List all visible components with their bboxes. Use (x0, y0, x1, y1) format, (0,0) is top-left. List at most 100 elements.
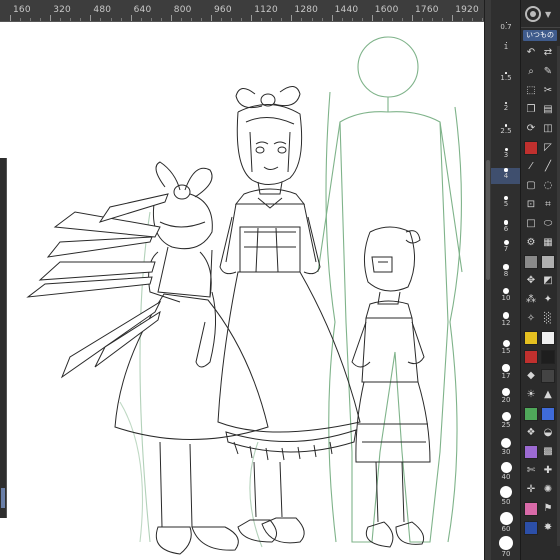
brush-size-option[interactable]: 0.7 (491, 22, 521, 35)
white-swatch-icon[interactable] (541, 331, 555, 345)
brush-size-option[interactable]: 25 (491, 412, 521, 433)
lasso-icon[interactable]: ◌ (541, 179, 555, 193)
gear-icon[interactable]: ⚙ (524, 236, 538, 250)
brush-size-option[interactable]: 6 (491, 220, 521, 237)
transform-icon[interactable]: ⟳ (524, 122, 538, 136)
line-icon[interactable]: ╱ (541, 160, 555, 174)
cut-icon[interactable]: ✂ (541, 84, 555, 98)
chevron-down-icon[interactable]: ▼ (545, 10, 551, 19)
brush-size-option[interactable]: 4 (491, 168, 521, 184)
sun-icon[interactable]: ☀ (524, 388, 538, 402)
ruler-tick (211, 15, 212, 21)
left-scroll-thumb[interactable] (1, 488, 5, 508)
brush-size-option[interactable]: 3 (491, 148, 521, 163)
ruler-minor-tick (140, 18, 142, 21)
fill-select-icon[interactable]: ⬚ (524, 84, 538, 98)
paste-icon[interactable]: ▤ (541, 103, 555, 117)
mound-icon[interactable]: ▲ (541, 388, 555, 402)
ruler-tick (90, 15, 92, 21)
red-swatch-icon[interactable] (524, 141, 538, 155)
brush-size-option[interactable]: 7 (491, 240, 521, 257)
brush-size-option[interactable]: 2.5 (491, 124, 521, 139)
layer-icon[interactable]: ◫ (541, 122, 555, 136)
brush-size-option[interactable]: 60 (491, 512, 521, 537)
sparkle-icon[interactable]: ✧ (524, 312, 538, 326)
magic-icon[interactable]: ❖ (524, 426, 538, 440)
drawing-canvas[interactable] (0, 22, 484, 560)
brush-size-scroll-thumb[interactable] (486, 160, 490, 280)
brush-size-panel: 0.7 1 1.5 2 2.5 3 4 5 6 7 8 10 12 15 17 20 25 30 40 50 60 70 (484, 0, 521, 560)
brush-size-label: 7 (503, 245, 509, 253)
brush-size-option[interactable]: 30 (491, 438, 521, 460)
grey-swatch-icon[interactable] (524, 255, 538, 269)
yellow-swatch-icon[interactable] (524, 331, 538, 345)
ruler-minor-tick (200, 18, 202, 21)
ruler-label: 800 (173, 5, 192, 15)
brush-size-option[interactable]: 8 (491, 264, 521, 282)
tab-itsumono[interactable]: いつもの (523, 30, 557, 41)
brush-size-option[interactable]: 20 (491, 388, 521, 408)
plus-icon[interactable]: ✚ (541, 464, 555, 478)
ruler-minor-tick (80, 18, 82, 21)
brush-size-option[interactable]: 40 (491, 462, 521, 485)
drop-icon[interactable]: ◒ (541, 426, 555, 440)
brush-size-option[interactable]: 1 (491, 42, 521, 55)
purple-swatch-icon[interactable] (524, 445, 538, 459)
select-rect-icon[interactable]: ▢ (524, 179, 538, 193)
glitter-icon[interactable]: ✸ (541, 521, 555, 535)
brush-size-dot (499, 512, 513, 525)
blue-swatch-icon[interactable] (541, 407, 555, 421)
particle-icon[interactable]: ✺ (541, 483, 555, 497)
frame-icon[interactable]: ⊡ (524, 198, 538, 212)
red-fill-icon[interactable] (524, 350, 538, 364)
brush-size-option[interactable]: 17 (491, 364, 521, 384)
blue-fill-icon[interactable] (524, 521, 538, 535)
redo-icon[interactable]: ⇄ (541, 46, 555, 60)
undo-icon[interactable]: ↶ (524, 46, 538, 60)
brush-size-option[interactable]: 50 (491, 486, 521, 510)
crop-icon[interactable]: ⌗ (541, 198, 555, 212)
brush-size-label: 30 (501, 448, 511, 456)
ellipse-select-icon[interactable]: ⬭ (541, 217, 555, 231)
ruler-label: 320 (53, 5, 71, 15)
slash-icon[interactable]: ⁄ (524, 160, 538, 174)
wand-icon[interactable]: ⁂ (524, 293, 538, 307)
ruler-minor-tick (60, 18, 62, 21)
pink-swatch-icon[interactable] (524, 502, 538, 516)
texture-icon[interactable]: ▩ (541, 445, 555, 459)
dark-swatch-icon[interactable] (541, 369, 555, 383)
fill-icon[interactable]: ◩ (541, 274, 555, 288)
flag-icon[interactable]: ⚑ (541, 502, 555, 516)
zoom-icon[interactable]: ⌕ (524, 65, 538, 79)
brush-size-option[interactable]: 70 (491, 536, 521, 560)
star-icon[interactable]: ✦ (541, 293, 555, 307)
ruler-label: 960 (214, 5, 232, 15)
noise-icon[interactable]: ░ (541, 312, 555, 326)
ruler-minor-tick (20, 18, 22, 21)
diamond-icon[interactable]: ◆ (524, 369, 538, 383)
corner-icon[interactable]: ◸ (541, 141, 555, 155)
ruler-label: 480 (93, 5, 112, 15)
brush-size-option[interactable]: 2 (491, 102, 521, 116)
brush-size-dot (502, 364, 510, 372)
ruler-minor-tick (180, 18, 182, 21)
square-icon[interactable]: □ (524, 217, 538, 231)
brush-size-option[interactable]: 5 (491, 196, 521, 212)
grey-swatch-2-icon[interactable] (541, 255, 555, 269)
scissors-icon[interactable]: ✄ (524, 464, 538, 478)
left-dock-edge[interactable] (0, 158, 7, 518)
brush-size-label: 12 (501, 318, 511, 327)
cross-icon[interactable]: ✛ (524, 483, 538, 497)
brush-size-dot (501, 412, 511, 421)
brush-size-option[interactable]: 10 (491, 288, 521, 306)
black-fill-icon[interactable] (541, 350, 555, 364)
brush-size-option[interactable]: 15 (491, 340, 521, 359)
brush-size-option[interactable]: 1.5 (491, 72, 521, 86)
grid-icon[interactable]: ▦ (541, 236, 555, 250)
brush-size-option[interactable]: 12 (491, 312, 521, 331)
copy-icon[interactable]: ❐ (524, 103, 538, 117)
pen-icon[interactable]: ✎ (541, 65, 555, 79)
green-swatch-icon[interactable] (524, 407, 538, 421)
navigator-icon[interactable] (525, 6, 541, 22)
move-icon[interactable]: ✥ (524, 274, 538, 288)
